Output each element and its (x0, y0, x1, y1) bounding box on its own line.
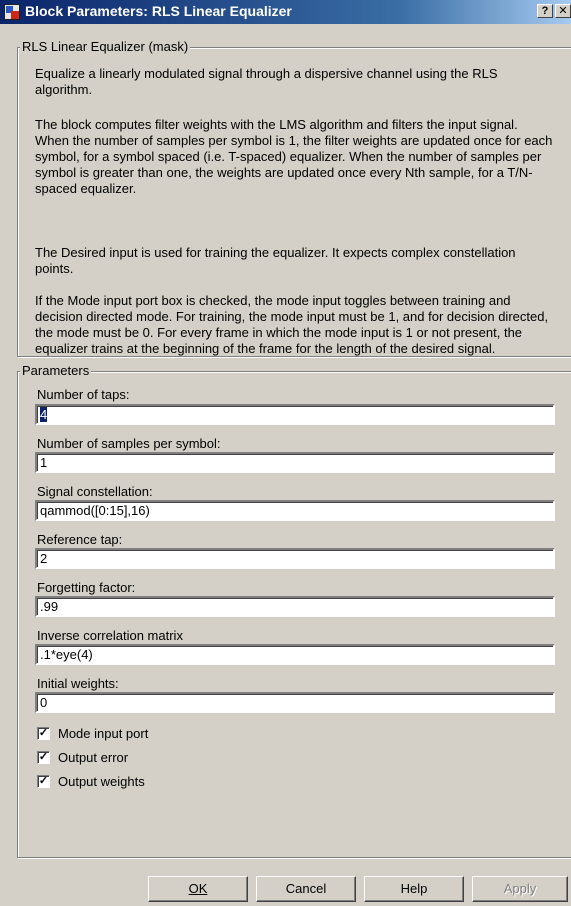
number-of-taps-label: Number of taps: (37, 387, 130, 402)
initial-weights-input[interactable]: 0 (35, 692, 555, 713)
help-button[interactable]: Help (364, 876, 464, 902)
ok-button-label: OK (188, 881, 208, 896)
description-paragraph-2: The block computes filter weights with t… (35, 117, 553, 196)
forgetting-factor-label: Forgetting factor: (37, 580, 136, 595)
reference-tap-label: Reference tap: (37, 532, 123, 547)
inverse-correlation-matrix-label: Inverse correlation matrix (37, 628, 183, 643)
output-weights-check-icon[interactable]: ✓ (37, 775, 50, 788)
apply-button[interactable]: Apply (472, 876, 568, 902)
inverse-correlation-matrix-input[interactable]: .1*eye(4) (35, 644, 555, 665)
apply-button-label: Apply (503, 881, 537, 896)
help-button-label: Help (400, 881, 428, 896)
output-weights-label: Output weights (58, 774, 145, 789)
ok-button[interactable]: OK (148, 876, 248, 902)
description-legend: RLS Linear Equalizer (mask) (20, 39, 191, 54)
window-title: Block Parameters: RLS Linear Equalizer (25, 3, 292, 19)
output-error-check-icon[interactable]: ✓ (37, 751, 50, 764)
help-title-button[interactable]: ? (537, 4, 553, 18)
number-of-taps-value: 4 (40, 407, 48, 422)
description-paragraph-1: Equalize a linearly modulated signal thr… (35, 66, 498, 97)
simulink-block-icon (4, 4, 20, 20)
description-paragraph-4: If the Mode input port box is checked, t… (35, 293, 549, 356)
close-window-button[interactable]: ✕ (555, 4, 571, 18)
description-paragraph-3: The Desired input is used for training t… (35, 245, 516, 276)
signal-constellation-input[interactable]: qammod([0:15],16) (35, 500, 555, 521)
cancel-button-label: Cancel (285, 881, 327, 896)
samples-per-symbol-input[interactable]: 1 (35, 452, 555, 473)
title-bar[interactable]: Block Parameters: RLS Linear Equalizer ?… (0, 0, 571, 24)
initial-weights-label: Initial weights: (37, 676, 119, 691)
parameters-legend: Parameters (20, 363, 92, 378)
forgetting-factor-input[interactable]: .99 (35, 596, 555, 617)
samples-per-symbol-label: Number of samples per symbol: (37, 436, 221, 451)
mode-input-port-check-icon[interactable]: ✓ (37, 727, 50, 740)
cancel-button[interactable]: Cancel (256, 876, 356, 902)
mode-input-port-label: Mode input port (58, 726, 149, 741)
output-error-label: Output error (58, 750, 129, 765)
reference-tap-input[interactable]: 2 (35, 548, 555, 569)
number-of-taps-input[interactable]: 4 (35, 404, 555, 425)
signal-constellation-label: Signal constellation: (37, 484, 153, 499)
